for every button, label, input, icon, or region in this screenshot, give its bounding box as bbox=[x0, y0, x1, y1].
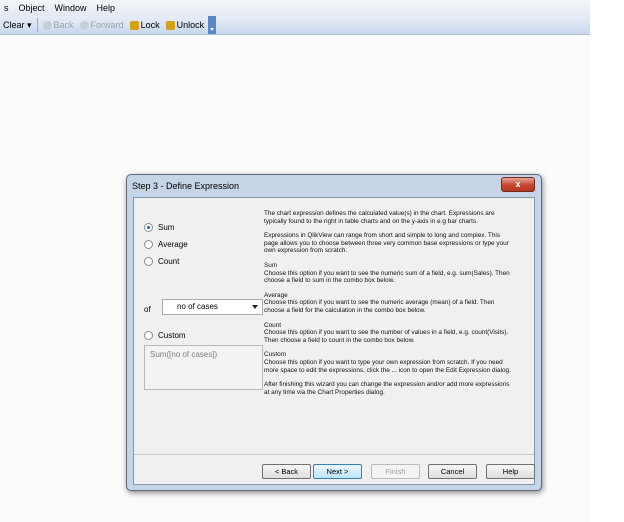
button-divider bbox=[134, 454, 534, 455]
help-outro: After finishing this wizard you can chan… bbox=[264, 381, 510, 396]
back-icon bbox=[42, 20, 52, 30]
clear-label: Clear ▾ bbox=[3, 20, 32, 30]
unlock-button[interactable]: Unlock bbox=[163, 16, 208, 34]
sum-label: Sum bbox=[158, 223, 175, 232]
average-radio[interactable] bbox=[144, 240, 153, 249]
option-average[interactable]: Average bbox=[144, 240, 188, 249]
dialog-title: Step 3 - Define Expression bbox=[132, 181, 240, 191]
field-combo-value: no of cases bbox=[177, 302, 218, 311]
help-sum-title: Sum bbox=[264, 261, 278, 269]
toolbar-divider bbox=[36, 18, 38, 32]
menu-item-window[interactable]: Window bbox=[51, 0, 93, 16]
next-button[interactable]: Next > bbox=[313, 464, 362, 479]
help-range: Expressions in QlikView can range from s… bbox=[264, 232, 509, 255]
cancel-button[interactable]: Cancel bbox=[428, 464, 477, 479]
back-button[interactable]: Back bbox=[40, 16, 77, 34]
custom-expression-text: Sum([no of cases]) bbox=[150, 350, 218, 359]
custom-expression-field[interactable]: Sum([no of cases]) bbox=[144, 345, 263, 390]
dialog-client-area: Sum Average Count of no of cases Custom … bbox=[133, 197, 535, 485]
chevron-down-icon[interactable] bbox=[252, 305, 258, 309]
back-label: Back bbox=[53, 20, 74, 30]
custom-label: Custom bbox=[158, 331, 186, 340]
menu-item-object[interactable]: Object bbox=[15, 0, 51, 16]
finish-label: Finish bbox=[385, 467, 406, 476]
menu-item-help[interactable]: Help bbox=[93, 0, 122, 16]
back-wizard-button[interactable]: < Back bbox=[262, 464, 311, 479]
forward-label: Forward bbox=[90, 20, 124, 30]
count-label: Count bbox=[158, 257, 180, 266]
unlock-icon bbox=[165, 20, 175, 30]
of-label: of bbox=[144, 305, 151, 314]
help-text: The chart expression defines the calcula… bbox=[264, 210, 514, 403]
help-custom: Custom Choose this option if you want to… bbox=[264, 351, 514, 374]
help-intro: The chart expression defines the calcula… bbox=[264, 210, 495, 225]
help-count-title: Count bbox=[264, 321, 282, 329]
custom-radio[interactable] bbox=[144, 331, 153, 340]
count-radio[interactable] bbox=[144, 257, 153, 266]
help-sum-text: Choose this option if you want to see th… bbox=[264, 269, 510, 285]
toolbar: Clear ▾ Back Forward Lock Unlock bbox=[0, 16, 590, 35]
finish-button[interactable]: Finish bbox=[371, 464, 420, 479]
menu-item-partial[interactable]: s bbox=[0, 0, 15, 16]
forward-button[interactable]: Forward bbox=[77, 16, 127, 34]
next-label: Next > bbox=[326, 467, 349, 476]
help-custom-title: Custom bbox=[264, 351, 287, 359]
forward-icon bbox=[79, 20, 89, 30]
unlock-label: Unlock bbox=[176, 20, 205, 30]
cancel-label: Cancel bbox=[440, 467, 465, 476]
sum-radio[interactable] bbox=[144, 223, 153, 232]
help-button[interactable]: Help bbox=[486, 464, 535, 479]
close-button[interactable]: x bbox=[501, 177, 535, 192]
help-sum: Sum Choose this option if you want to se… bbox=[264, 262, 514, 285]
help-average-text: Choose this option if you want to see th… bbox=[264, 299, 495, 314]
field-combo-box[interactable]: no of cases bbox=[162, 299, 263, 315]
back-wizard-label: < Back bbox=[274, 467, 299, 476]
option-count[interactable]: Count bbox=[144, 257, 179, 266]
help-count-text: Choose this option if you want to see th… bbox=[264, 329, 509, 344]
average-label: Average bbox=[158, 240, 188, 249]
close-icon: x bbox=[515, 179, 521, 189]
dialog-titlebar[interactable]: Step 3 - Define Expression x bbox=[127, 175, 541, 197]
lock-label: Lock bbox=[140, 20, 160, 30]
help-label: Help bbox=[502, 467, 519, 476]
option-sum[interactable]: Sum bbox=[144, 223, 174, 232]
define-expression-dialog: Step 3 - Define Expression x Sum Average… bbox=[126, 174, 542, 491]
help-average: Average Choose this option if you want t… bbox=[264, 292, 514, 315]
help-average-title: Average bbox=[264, 291, 288, 299]
toolbar-overflow-button[interactable] bbox=[208, 16, 217, 34]
clear-button[interactable]: Clear ▾ bbox=[0, 16, 35, 34]
lock-icon bbox=[129, 20, 139, 30]
help-count: Count Choose this option if you want to … bbox=[264, 322, 514, 345]
lock-button[interactable]: Lock bbox=[127, 16, 163, 34]
option-custom[interactable]: Custom bbox=[144, 331, 186, 340]
menu-bar: s Object Window Help bbox=[0, 0, 590, 16]
help-custom-text: Choose this option if you want to type y… bbox=[264, 358, 511, 374]
